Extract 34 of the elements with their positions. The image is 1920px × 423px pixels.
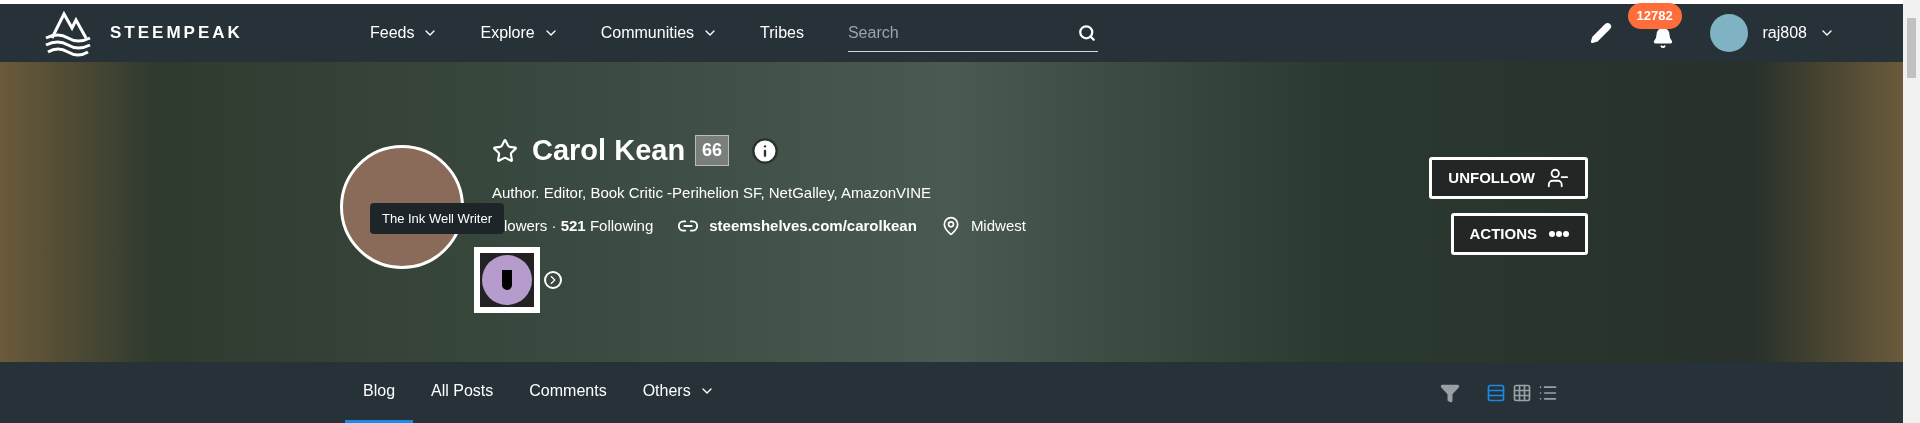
notification-count: 12782	[1627, 3, 1682, 29]
badge-tooltip: The Ink Well Writer	[370, 202, 505, 235]
nav-menu-item[interactable]: Communities	[600, 21, 719, 45]
search-icon[interactable]	[1077, 24, 1096, 42]
user-menu[interactable]: raj808	[1762, 21, 1835, 45]
nav-menu-item[interactable]: Tribes	[760, 21, 804, 45]
unfollow-button[interactable]: UNFOLLOW	[1429, 157, 1588, 199]
profile-bio: Author. Editor, Book Critic -Perihelion SF, NetGalley, AmazonVINE	[492, 183, 933, 204]
follower-stats: lowers · 521 Following	[503, 216, 654, 234]
profile-name: Carol Kean	[532, 132, 686, 168]
profile-tab[interactable]: Others	[624, 362, 733, 423]
reputation-score: 66	[695, 135, 730, 166]
actions-button[interactable]: ACTIONS	[1450, 213, 1588, 255]
profile-tab[interactable]: Comments	[511, 362, 625, 423]
pencil-icon[interactable]	[1589, 22, 1612, 44]
website-link[interactable]: steemshelves.com/carolkean	[709, 214, 917, 238]
info-icon[interactable]	[751, 136, 780, 165]
filter-icon[interactable]	[1440, 382, 1460, 403]
more-icon	[1549, 231, 1569, 237]
brand-name[interactable]: STEEMPEAK	[110, 20, 243, 46]
profile-tab[interactable]: All Posts	[413, 362, 512, 423]
scrollbar[interactable]	[1903, 0, 1920, 423]
user-avatar[interactable]	[1709, 14, 1748, 52]
nav-menu-item[interactable]: Feeds	[370, 21, 439, 45]
profile-tab[interactable]: Blog	[345, 362, 414, 423]
user-minus-icon	[1547, 167, 1569, 189]
search-field[interactable]: Search	[847, 14, 1098, 52]
bell-icon[interactable]	[1651, 27, 1674, 49]
nav-menu-item[interactable]: Explore	[480, 21, 559, 45]
location-text: Midwest	[970, 215, 1026, 236]
community-badge-drawing[interactable]	[474, 247, 540, 314]
grid-view-icon[interactable]	[1512, 382, 1532, 403]
rows-view-icon[interactable]	[1486, 382, 1506, 403]
star-icon[interactable]	[492, 137, 518, 164]
